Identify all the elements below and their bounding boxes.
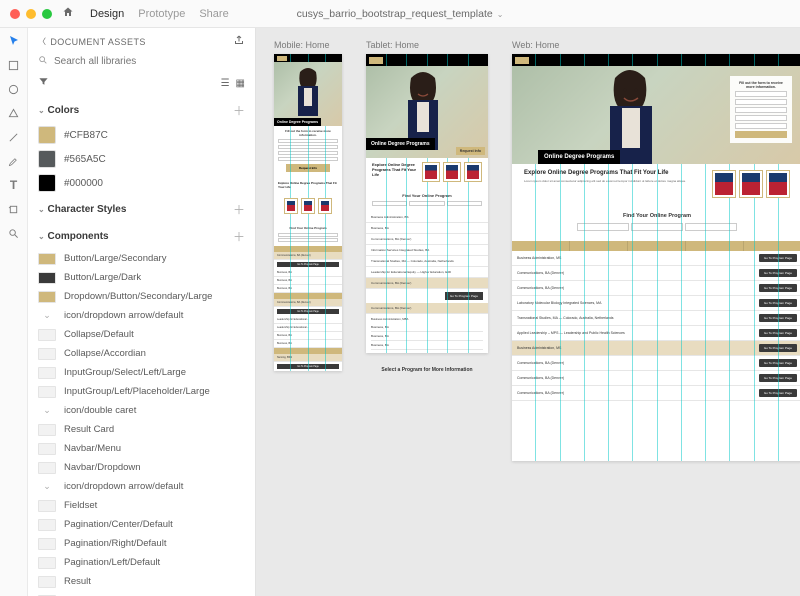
component-label: icon/double caret bbox=[64, 405, 136, 416]
component-item[interactable]: Dropdown/Button/Secondary/Large bbox=[28, 287, 255, 306]
component-label: Navbar/Menu bbox=[64, 443, 121, 454]
window-controls bbox=[10, 9, 52, 19]
titlebar: Design Prototype Share cusys_barrio_boot… bbox=[0, 0, 800, 28]
mode-tabs: Design Prototype Share bbox=[90, 8, 229, 20]
component-item[interactable]: Result bbox=[28, 591, 255, 596]
component-label: InputGroup/Select/Left/Large bbox=[64, 367, 186, 378]
component-item[interactable]: Navbar/Dropdown bbox=[28, 458, 255, 477]
component-label: Collapse/Default bbox=[64, 329, 134, 340]
component-item[interactable]: ⌄icon/dropdown arrow/default bbox=[28, 306, 255, 325]
component-item[interactable]: Pagination/Right/Default bbox=[28, 534, 255, 553]
colors-section-header[interactable]: ⌄ Colors ＋ bbox=[28, 96, 255, 123]
component-item[interactable]: Button/Large/Secondary bbox=[28, 249, 255, 268]
tab-prototype[interactable]: Prototype bbox=[138, 8, 185, 20]
component-item[interactable]: Button/Large/Dark bbox=[28, 268, 255, 287]
component-label: Result Card bbox=[64, 424, 114, 435]
charstyles-section-header[interactable]: ⌄ Character Styles ＋ bbox=[28, 195, 255, 222]
tab-share[interactable]: Share bbox=[199, 8, 228, 20]
hero-title: Online Degree Programs bbox=[366, 138, 435, 150]
line-tool-icon[interactable] bbox=[7, 130, 21, 144]
color-swatch-row[interactable]: #CFB87C bbox=[38, 123, 245, 147]
component-label: Fieldset bbox=[64, 500, 97, 511]
component-item[interactable]: Collapse/Default bbox=[28, 325, 255, 344]
artboard-label[interactable]: Web: Home bbox=[512, 40, 800, 50]
artboard-mobile[interactable]: Online Degree Programs Fill out the form… bbox=[274, 54, 342, 371]
ellipse-tool-icon[interactable] bbox=[7, 82, 21, 96]
pen-tool-icon[interactable] bbox=[7, 154, 21, 168]
hero-title: Online Degree Programs bbox=[274, 118, 321, 126]
zoom-tool-icon[interactable] bbox=[7, 226, 21, 240]
component-item[interactable]: ⌄icon/dropdown arrow/default bbox=[28, 477, 255, 496]
search-icon bbox=[38, 55, 48, 68]
tab-design[interactable]: Design bbox=[90, 8, 124, 20]
logo bbox=[277, 56, 287, 61]
artboard-tool-icon[interactable] bbox=[7, 202, 21, 216]
component-label: Navbar/Dropdown bbox=[64, 462, 141, 473]
minimize-icon[interactable] bbox=[26, 9, 36, 19]
polygon-tool-icon[interactable] bbox=[7, 106, 21, 120]
form-heading: Fill out the form to receive more inform… bbox=[278, 129, 338, 137]
assets-panel: 〈 DOCUMENT ASSETS ☰ ▦ ⌄ Colors ＋ #CFB87C… bbox=[28, 28, 256, 596]
close-icon[interactable] bbox=[10, 9, 20, 19]
component-item[interactable]: Result Card bbox=[28, 420, 255, 439]
logo bbox=[369, 57, 383, 64]
canvas[interactable]: Mobile: Home Online Degree Programs Fill… bbox=[256, 28, 800, 596]
select-program-msg: Select a Program for More Information bbox=[366, 367, 488, 373]
component-label: Result bbox=[64, 576, 91, 587]
component-label: Pagination/Center/Default bbox=[64, 519, 173, 530]
select-tool-icon[interactable] bbox=[7, 34, 21, 48]
assets-panel-header[interactable]: 〈 DOCUMENT ASSETS bbox=[38, 36, 146, 47]
component-label: Pagination/Left/Default bbox=[64, 557, 160, 568]
component-label: Dropdown/Button/Secondary/Large bbox=[64, 291, 212, 302]
back-icon: 〈 bbox=[38, 36, 46, 47]
artboard-label[interactable]: Mobile: Home bbox=[274, 40, 342, 50]
form-heading: Fill out the form to receive more inform… bbox=[735, 81, 787, 89]
export-icon[interactable] bbox=[233, 34, 245, 49]
goto-button: Go To Program Page bbox=[277, 262, 339, 267]
chevron-down-icon: ⌄ bbox=[497, 10, 504, 19]
component-label: icon/dropdown arrow/default bbox=[64, 481, 183, 492]
component-label: InputGroup/Left/Placeholder/Large bbox=[64, 386, 210, 397]
component-item[interactable]: Pagination/Center/Default bbox=[28, 515, 255, 534]
request-info-button: Request Info bbox=[456, 147, 485, 155]
tool-rail: T bbox=[0, 28, 28, 596]
request-info-button bbox=[735, 131, 787, 138]
logo bbox=[515, 57, 529, 64]
component-label: Button/Large/Secondary bbox=[64, 253, 166, 264]
grid-view-icon[interactable]: ▦ bbox=[236, 78, 245, 89]
component-label: Collapse/Accordian bbox=[64, 348, 146, 359]
list-view-icon[interactable]: ☰ bbox=[221, 78, 230, 89]
document-title[interactable]: cusys_barrio_bootstrap_request_template⌄ bbox=[297, 8, 504, 20]
add-component-icon[interactable]: ＋ bbox=[233, 228, 245, 245]
filter-icon[interactable] bbox=[38, 76, 49, 90]
component-item[interactable]: InputGroup/Select/Left/Large bbox=[28, 363, 255, 382]
rectangle-tool-icon[interactable] bbox=[7, 58, 21, 72]
color-swatch-row[interactable]: #000000 bbox=[38, 171, 245, 195]
components-section-header[interactable]: ⌄ Components ＋ bbox=[28, 222, 255, 249]
home-icon[interactable] bbox=[62, 6, 74, 21]
component-item[interactable]: Result bbox=[28, 572, 255, 591]
add-charstyle-icon[interactable]: ＋ bbox=[233, 201, 245, 218]
color-swatch-row[interactable]: #565A5C bbox=[38, 147, 245, 171]
add-color-icon[interactable]: ＋ bbox=[233, 102, 245, 119]
component-item[interactable]: InputGroup/Left/Placeholder/Large bbox=[28, 382, 255, 401]
component-item[interactable]: Fieldset bbox=[28, 496, 255, 515]
artboard-tablet[interactable]: Online Degree Programs Request Info Expl… bbox=[366, 54, 488, 353]
text-tool-icon[interactable]: T bbox=[7, 178, 21, 192]
component-label: icon/dropdown arrow/default bbox=[64, 310, 183, 321]
explore-heading: Explore Online Degree Programs That Fit … bbox=[278, 181, 338, 189]
component-item[interactable]: ⌄icon/double caret bbox=[28, 401, 255, 420]
component-item[interactable]: Navbar/Menu bbox=[28, 439, 255, 458]
artboard-web[interactable]: Fill out the form to receive more inform… bbox=[512, 54, 800, 461]
assets-search-input[interactable] bbox=[54, 56, 245, 67]
component-label: Button/Large/Dark bbox=[64, 272, 141, 283]
find-heading: Find Your Online Program bbox=[278, 226, 338, 230]
component-label: Pagination/Right/Default bbox=[64, 538, 166, 549]
maximize-icon[interactable] bbox=[42, 9, 52, 19]
request-info-button: Request Info bbox=[286, 164, 330, 172]
artboard-label[interactable]: Tablet: Home bbox=[366, 40, 488, 50]
component-item[interactable]: Collapse/Accordian bbox=[28, 344, 255, 363]
component-item[interactable]: Pagination/Left/Default bbox=[28, 553, 255, 572]
hero-title: Online Degree Programs bbox=[538, 150, 620, 164]
